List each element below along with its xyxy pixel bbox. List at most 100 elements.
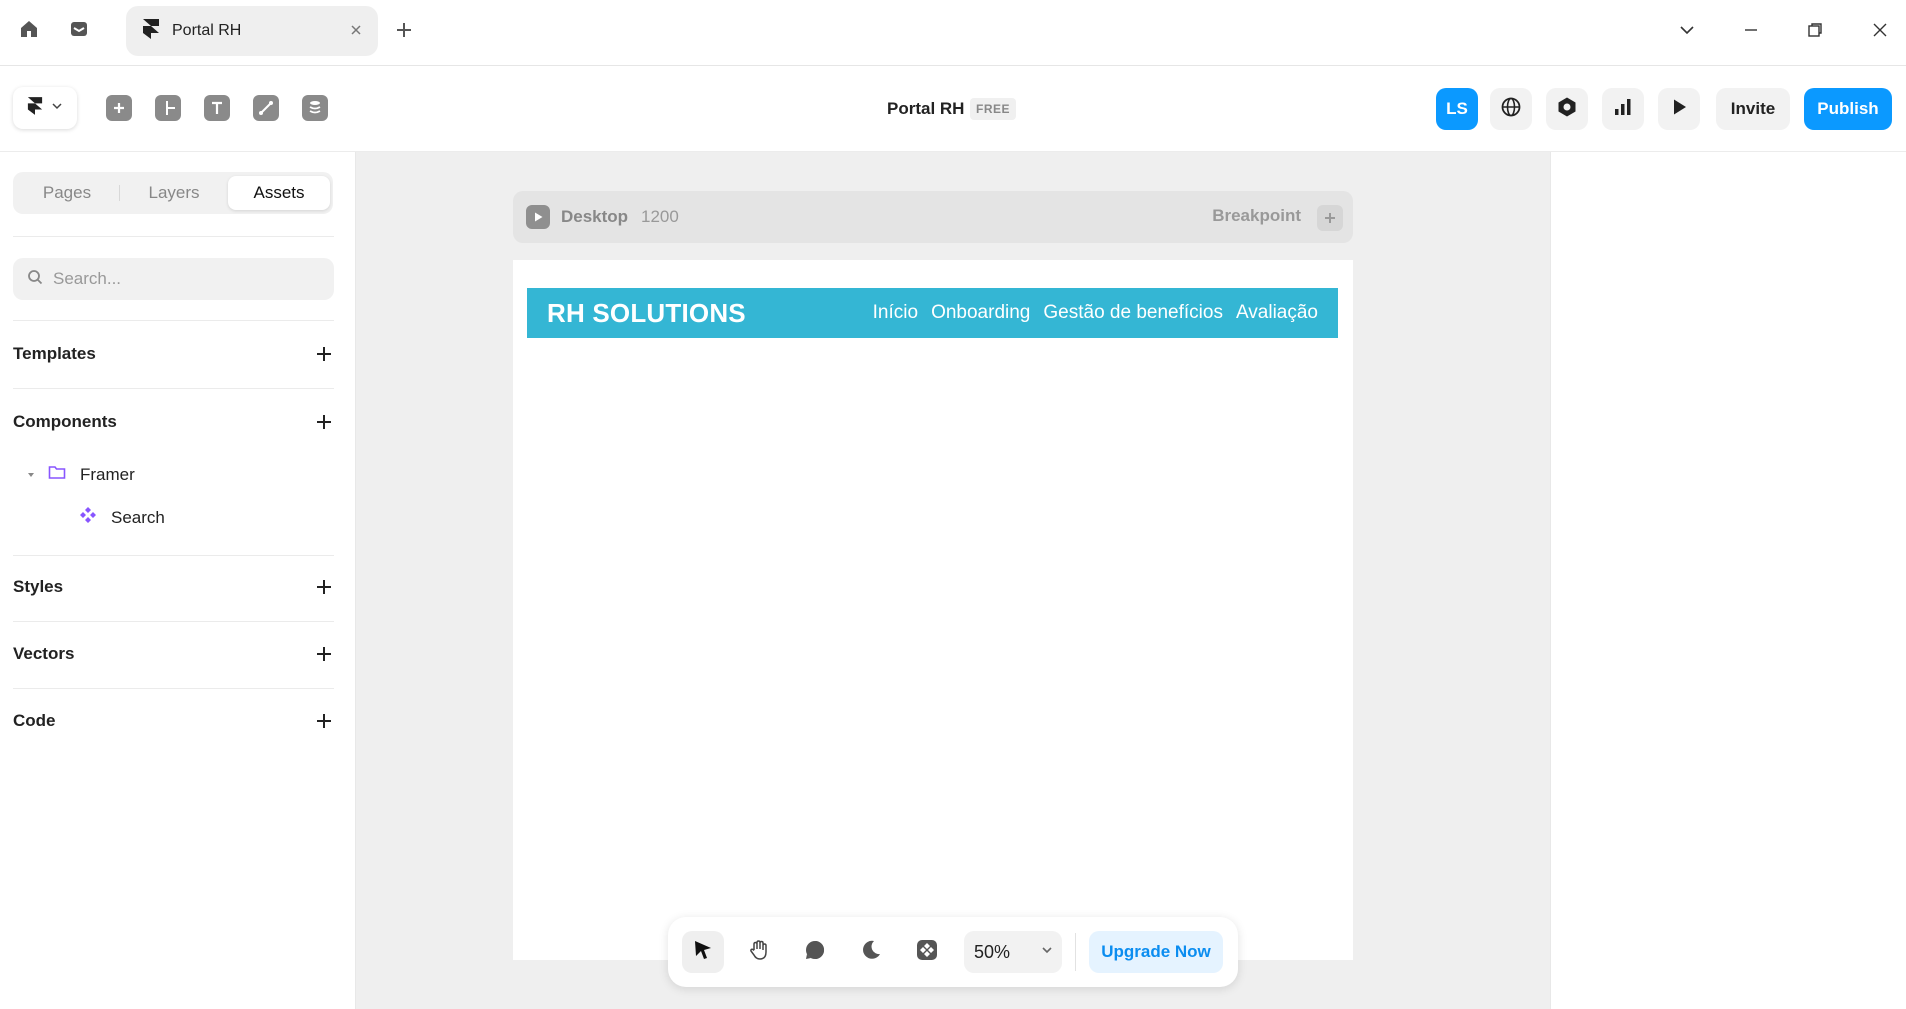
- settings-button[interactable]: [1546, 88, 1588, 130]
- search-input[interactable]: Search...: [13, 258, 334, 300]
- tree-item-search[interactable]: Search: [79, 506, 165, 529]
- insert-button[interactable]: [104, 93, 134, 123]
- project-title[interactable]: Portal RH: [887, 99, 964, 119]
- text-button[interactable]: [202, 93, 232, 123]
- minimize-icon[interactable]: [1738, 17, 1764, 43]
- folder-label: Framer: [80, 464, 135, 484]
- play-icon[interactable]: [526, 205, 550, 229]
- preview-button[interactable]: [1658, 88, 1700, 130]
- nav-link-avaliacao[interactable]: Avaliação: [1236, 302, 1318, 324]
- cms-icon: [302, 95, 328, 121]
- tab-assets[interactable]: Assets: [228, 176, 330, 210]
- site-navbar[interactable]: RH SOLUTIONS Início Onboarding Gestão de…: [527, 288, 1338, 338]
- nav-link-inicio[interactable]: Início: [873, 302, 918, 324]
- toolbar-divider: [1075, 933, 1076, 971]
- chevron-down-icon: [51, 99, 63, 117]
- section-label: Components: [13, 412, 117, 431]
- avatar[interactable]: LS: [1436, 88, 1478, 130]
- site-logo: RH SOLUTIONS: [547, 297, 746, 328]
- plan-badge: FREE: [970, 98, 1017, 120]
- tab-pages[interactable]: Pages: [17, 176, 117, 210]
- title-bar: Portal RH: [0, 0, 1906, 66]
- divider: [13, 555, 334, 556]
- folder-icon: [48, 464, 66, 485]
- upgrade-button[interactable]: Upgrade Now: [1089, 931, 1223, 973]
- comment-icon: [804, 939, 826, 966]
- close-icon[interactable]: [346, 20, 366, 40]
- restore-icon[interactable]: [1802, 17, 1828, 43]
- globe-icon: [1500, 96, 1522, 123]
- analytics-button[interactable]: [1602, 88, 1644, 130]
- site-nav-links: Início Onboarding Gestão de benefícios A…: [873, 302, 1318, 324]
- plus-icon[interactable]: [314, 344, 334, 364]
- panel-tabs: Pages Layers Assets: [13, 172, 333, 214]
- search-icon: [27, 269, 43, 290]
- nav-link-onboarding[interactable]: Onboarding: [931, 302, 1030, 324]
- inbox-icon[interactable]: [68, 18, 90, 40]
- right-panel: [1550, 152, 1906, 1009]
- dark-mode-icon: [860, 939, 882, 966]
- components-tool[interactable]: [906, 931, 948, 973]
- layout-button[interactable]: [153, 93, 183, 123]
- chevron-down-icon[interactable]: [1674, 17, 1700, 43]
- insert-icon: [106, 95, 132, 121]
- hand-tool[interactable]: [738, 931, 780, 973]
- text-icon: [204, 95, 230, 121]
- plus-icon[interactable]: [314, 412, 334, 432]
- framer-logo-icon: [27, 96, 43, 120]
- cms-button[interactable]: [300, 93, 330, 123]
- select-tool[interactable]: [682, 931, 724, 973]
- hand-icon: [748, 939, 770, 966]
- component-label: Search: [111, 507, 165, 527]
- section-vectors[interactable]: Vectors: [13, 642, 334, 666]
- divider: [13, 621, 334, 622]
- plus-icon[interactable]: [314, 644, 334, 664]
- section-label: Styles: [13, 577, 64, 596]
- tab-layers[interactable]: Layers: [121, 176, 227, 210]
- new-tab-button[interactable]: [392, 18, 416, 42]
- play-icon: [1669, 97, 1689, 122]
- tree-folder-framer[interactable]: Framer: [26, 464, 135, 485]
- nav-link-beneficios[interactable]: Gestão de benefícios: [1043, 302, 1223, 324]
- comment-tool[interactable]: [794, 931, 836, 973]
- bottom-toolbar: 50% Upgrade Now: [668, 917, 1238, 987]
- publish-button[interactable]: Publish: [1804, 88, 1892, 130]
- select-icon: [692, 939, 714, 966]
- zoom-select[interactable]: 50%: [964, 931, 1062, 973]
- divider: [13, 236, 334, 237]
- vector-button[interactable]: [251, 93, 281, 123]
- framer-logo-icon: [142, 18, 160, 44]
- editor-toolbar: Portal RH FREE LS Invite Publish: [0, 67, 1906, 152]
- component-icon: [79, 506, 97, 529]
- section-code[interactable]: Code: [13, 709, 334, 733]
- breakpoint-width: 1200: [641, 207, 679, 226]
- window-close-icon[interactable]: [1867, 17, 1893, 43]
- dark-mode-toggle[interactable]: [850, 931, 892, 973]
- plus-icon[interactable]: [314, 711, 334, 731]
- section-label: Code: [13, 711, 56, 730]
- site-settings-button[interactable]: [1490, 88, 1532, 130]
- home-icon[interactable]: [18, 18, 40, 40]
- section-templates[interactable]: Templates: [13, 342, 334, 366]
- analytics-icon: [1612, 96, 1634, 123]
- layout-icon: [155, 95, 181, 121]
- invite-button[interactable]: Invite: [1716, 88, 1790, 130]
- components-icon: [915, 938, 939, 967]
- add-breakpoint-button[interactable]: [1317, 205, 1343, 231]
- browser-tab[interactable]: Portal RH: [126, 6, 378, 56]
- section-components[interactable]: Components: [13, 410, 334, 434]
- search-placeholder: Search...: [53, 269, 122, 288]
- breakpoint-label: Breakpoint: [1212, 206, 1301, 225]
- divider: [13, 320, 334, 321]
- framer-menu-button[interactable]: [13, 87, 77, 129]
- breakpoint-bar[interactable]: Desktop 1200 Breakpoint: [513, 191, 1353, 243]
- tab-divider: [119, 185, 120, 201]
- desktop-frame[interactable]: RH SOLUTIONS Início Onboarding Gestão de…: [513, 260, 1353, 960]
- settings-hex-icon: [1556, 96, 1578, 123]
- left-panel: Pages Layers Assets Search... Templates …: [0, 152, 356, 1009]
- section-label: Templates: [13, 344, 96, 363]
- section-styles[interactable]: Styles: [13, 575, 334, 599]
- chevron-down-icon: [1040, 943, 1054, 962]
- plus-icon[interactable]: [314, 577, 334, 597]
- breakpoint-name: Desktop: [561, 207, 629, 226]
